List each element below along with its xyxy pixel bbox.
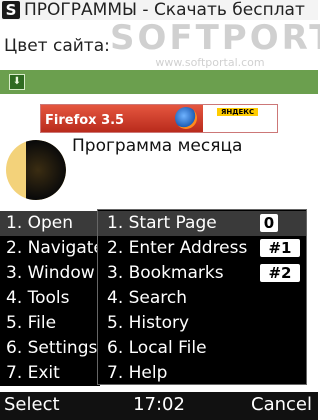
page-title: ПРОГРАММЫ - Скачать бесплат — [24, 0, 305, 20]
download-icon[interactable]: ⬇ — [9, 74, 25, 90]
watermark: SOFTPORTAL www.softportal.com — [110, 18, 320, 69]
moon-icon — [26, 140, 66, 200]
site-color-label: Цвет сайта: — [4, 36, 110, 56]
banner-product: Firefox 3.5 — [45, 113, 125, 128]
cancel-softkey[interactable]: Cancel — [251, 394, 312, 415]
menu-item-exit[interactable]: 7. Exit — [6, 361, 100, 386]
firefox-banner[interactable]: Firefox 3.5 ЯНДЕКС — [40, 104, 278, 133]
submenu-item-help[interactable]: 7. Help — [107, 361, 302, 386]
menu-item-open[interactable]: 1. Open — [0, 211, 100, 236]
select-softkey[interactable]: Select — [4, 394, 60, 415]
softportal-s-icon: S — [2, 1, 20, 19]
program-of-month-label[interactable]: Программа месяца — [72, 136, 242, 156]
shortcut-start-page: 0 — [260, 214, 278, 232]
menu-item-navigate[interactable]: 2. Navigate — [6, 236, 100, 261]
softkey-bar: 17:02 Select Cancel — [0, 392, 318, 420]
shortcut-enter-address: #1 — [260, 239, 300, 257]
program-of-month-icon[interactable] — [6, 140, 66, 200]
submenu-item-search[interactable]: 4. Search — [107, 286, 302, 311]
yandex-logo: ЯНДЕКС — [217, 108, 259, 116]
open-submenu: 1. Start Page 2. Enter Address 3. Bookma… — [97, 209, 307, 385]
submenu-item-local-file[interactable]: 6. Local File — [107, 336, 302, 361]
watermark-brand: SOFTPORTAL — [110, 18, 320, 58]
watermark-url: www.softportal.com — [155, 56, 265, 69]
title-bar: S ПРОГРАММЫ - Скачать бесплат — [0, 0, 318, 20]
banner-left: Firefox 3.5 — [41, 105, 203, 132]
menu-item-tools[interactable]: 4. Tools — [6, 286, 100, 311]
shortcut-bookmarks: #2 — [260, 264, 300, 282]
menu-item-file[interactable]: 5. File — [6, 311, 100, 336]
menu-item-settings[interactable]: 6. Settings — [6, 336, 100, 361]
submenu-item-history[interactable]: 5. History — [107, 311, 302, 336]
color-bar[interactable]: ⬇ — [0, 70, 318, 94]
options-menu: 1. Open 2. Navigate 3. Window 4. Tools 5… — [0, 211, 100, 386]
menu-item-window[interactable]: 3. Window — [6, 261, 100, 286]
banner-right: ЯНДЕКС — [205, 105, 277, 132]
firefox-logo-icon — [175, 107, 197, 129]
